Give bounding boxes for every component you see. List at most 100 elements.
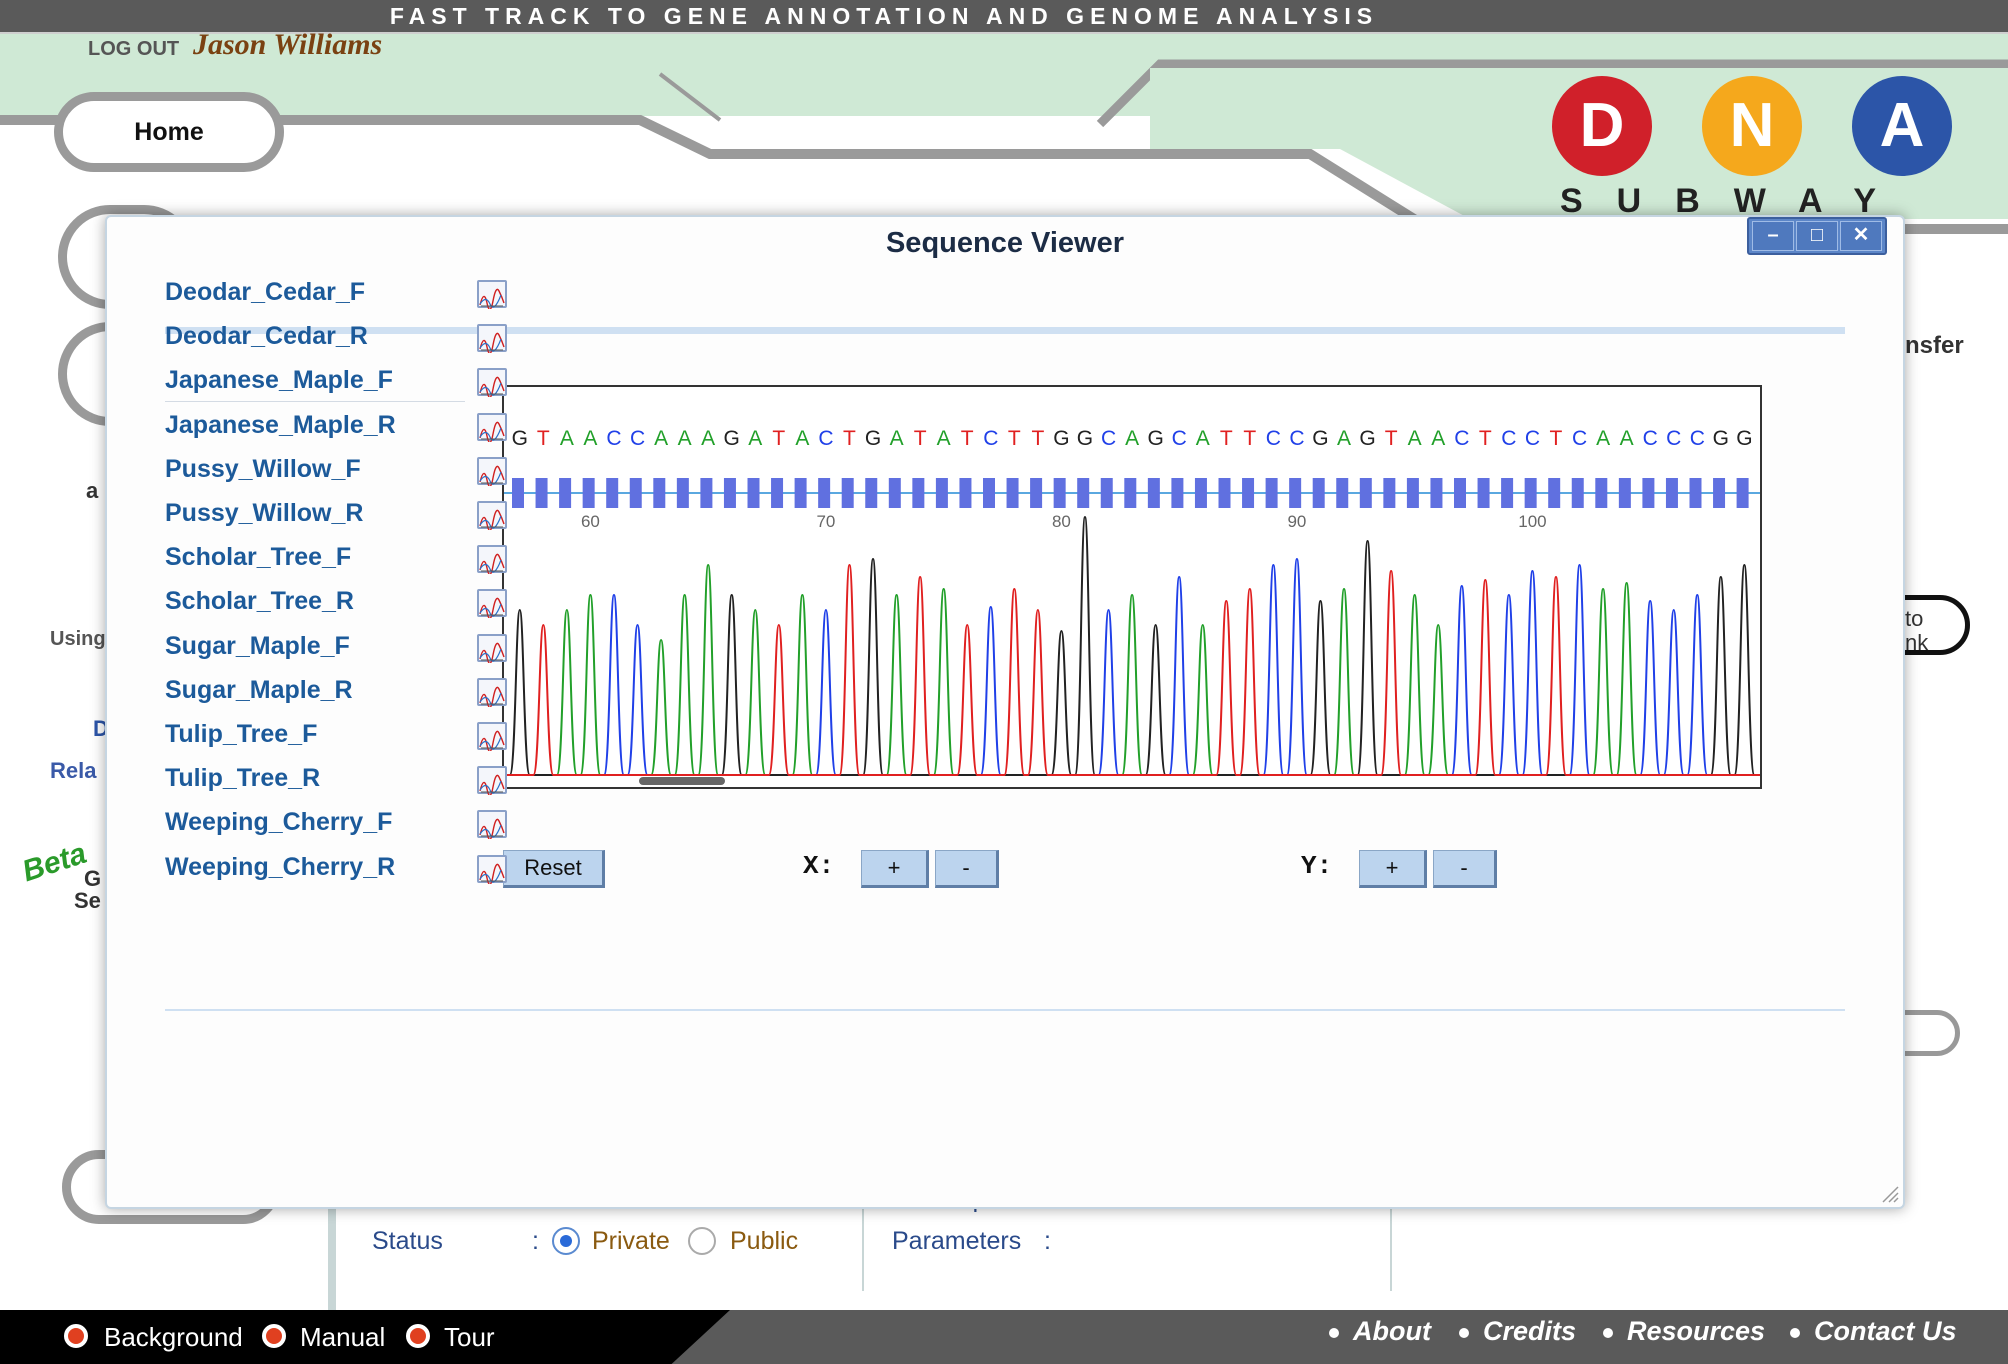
footer-link-background[interactable]: Background: [104, 1322, 243, 1353]
base-call-label: T: [1479, 427, 1492, 450]
base-call-label: G: [1147, 427, 1163, 450]
y-zoom-out-button[interactable]: -: [1433, 850, 1497, 888]
sequence-name[interactable]: Japanese_Maple_F: [165, 366, 393, 394]
sequence-name[interactable]: Deodar_Cedar_R: [165, 322, 368, 350]
sequence-list-item[interactable]: Weeping_Cherry_F: [165, 803, 507, 843]
sequence-list-item[interactable]: Tulip_Tree_F: [165, 715, 507, 755]
sequence-list-item[interactable]: Japanese_Maple_R: [165, 406, 507, 446]
sequence-name[interactable]: Japanese_Maple_R: [165, 411, 396, 439]
quality-bar: [512, 478, 524, 508]
chromatogram-icon[interactable]: [477, 456, 507, 487]
quality-bar: [1336, 478, 1349, 508]
sequence-name[interactable]: Sugar_Maple_R: [165, 676, 353, 704]
quality-bar: [1242, 478, 1255, 508]
position-tick-label: 80: [1052, 512, 1071, 531]
chromatogram-icon[interactable]: [477, 280, 507, 311]
parameters-label: Parameters: [892, 1227, 1022, 1255]
base-call-label: T: [1031, 427, 1044, 450]
sequence-list-item[interactable]: Sugar_Maple_R: [165, 671, 507, 711]
sequence-name[interactable]: Deodar_Cedar_F: [165, 278, 365, 306]
footer-link-manual[interactable]: Manual: [300, 1322, 385, 1353]
sequence-list-item[interactable]: Deodar_Cedar_R: [165, 317, 507, 357]
username: Jason Williams: [193, 28, 383, 61]
sequence-name[interactable]: Sugar_Maple_F: [165, 632, 350, 660]
chromatogram-icon[interactable]: [477, 854, 507, 885]
logout-link[interactable]: LOG OUT: [88, 38, 179, 61]
sequence-list-item[interactable]: Deodar_Cedar_F: [165, 273, 507, 313]
base-call-label: T: [914, 427, 927, 450]
base-call-label: A: [1431, 427, 1445, 450]
y-zoom-in-button[interactable]: +: [1359, 850, 1427, 888]
sequence-list-item[interactable]: Tulip_Tree_R: [165, 759, 507, 799]
home-button[interactable]: Home: [54, 92, 284, 172]
sequence-list-item[interactable]: Scholar_Tree_F: [165, 538, 507, 578]
footer-bullet: [1603, 1328, 1613, 1338]
footer-link-contact-us[interactable]: Contact Us: [1814, 1316, 1957, 1347]
base-call-label: A: [560, 427, 574, 450]
quality-bar: [676, 478, 689, 508]
sequence-list-item[interactable]: Weeping_Cherry_R: [165, 848, 507, 888]
base-call-label: C: [1172, 427, 1187, 450]
reset-button[interactable]: Reset: [503, 850, 605, 888]
position-tick-label: 100: [1518, 512, 1546, 531]
quality-bar: [1312, 478, 1325, 508]
logo-n: N: [1702, 76, 1802, 176]
sequence-list-item[interactable]: Sugar_Maple_F: [165, 627, 507, 667]
maximize-icon[interactable]: □: [1796, 221, 1838, 251]
chromatogram-icon[interactable]: [477, 810, 507, 841]
quality-bar: [935, 478, 948, 508]
quality-bar: [1124, 478, 1137, 508]
chromatogram-viewer[interactable]: GTAACCAAAGATACTGATATCTTGGCAGCATTCCGAGTAA…: [502, 385, 1762, 789]
sequence-name[interactable]: Pussy_Willow_F: [165, 455, 361, 483]
panel-divider-2: [1390, 1195, 1392, 1291]
chromatogram-icon[interactable]: [477, 368, 507, 399]
sequence-list-item[interactable]: Pussy_Willow_R: [165, 494, 507, 534]
base-call-label: C: [1289, 427, 1304, 450]
sequence-name[interactable]: Weeping_Cherry_F: [165, 808, 392, 836]
sequence-list-item[interactable]: Scholar_Tree_R: [165, 582, 507, 622]
base-call-label: C: [818, 427, 833, 450]
sequence-name[interactable]: Weeping_Cherry_R: [165, 853, 395, 881]
sequence-list-item[interactable]: Pussy_Willow_F: [165, 450, 507, 490]
logo-a: A: [1852, 76, 1952, 176]
quality-bar: [888, 478, 901, 508]
sequence-name[interactable]: Pussy_Willow_R: [165, 499, 363, 527]
chromatogram-icon[interactable]: [477, 324, 507, 355]
chromatogram-icon[interactable]: [477, 501, 507, 532]
chromatogram-icon[interactable]: [477, 722, 507, 753]
chromatogram-icon[interactable]: [477, 677, 507, 708]
chromatogram-icon[interactable]: [477, 633, 507, 664]
base-call-label: C: [1690, 427, 1705, 450]
quality-bar: [1171, 478, 1184, 508]
base-call-label: A: [654, 427, 668, 450]
quality-bar: [912, 478, 925, 508]
status-public-radio[interactable]: [688, 1227, 716, 1255]
quality-bar: [582, 478, 595, 508]
x-zoom-in-button[interactable]: +: [861, 850, 929, 888]
footer-link-about[interactable]: About: [1353, 1316, 1431, 1347]
chromatogram-icon[interactable]: [477, 589, 507, 620]
status-private-radio[interactable]: [552, 1227, 580, 1255]
bg-text-rela: Rela: [50, 758, 97, 783]
panel-divider: [862, 1195, 864, 1291]
close-icon[interactable]: ✕: [1840, 221, 1882, 251]
minimize-icon[interactable]: –: [1752, 221, 1794, 251]
sequence-name[interactable]: Scholar_Tree_R: [165, 587, 354, 615]
quality-bar: [700, 478, 713, 508]
sequence-name[interactable]: Scholar_Tree_F: [165, 543, 351, 571]
quality-bar: [1218, 478, 1231, 508]
footer-link-tour[interactable]: Tour: [444, 1322, 495, 1353]
footer-link-resources[interactable]: Resources: [1627, 1316, 1765, 1347]
x-zoom-out-button[interactable]: -: [935, 850, 999, 888]
sequence-list-item[interactable]: Japanese_Maple_F: [165, 361, 507, 403]
base-call-label: T: [1550, 427, 1563, 450]
resize-grip-icon[interactable]: [1879, 1183, 1899, 1203]
chromatogram-icon[interactable]: [477, 766, 507, 797]
chromatogram-icon[interactable]: [477, 412, 507, 443]
base-call-label: C: [1454, 427, 1469, 450]
sequence-name[interactable]: Tulip_Tree_R: [165, 764, 320, 792]
footer-link-credits[interactable]: Credits: [1483, 1316, 1576, 1347]
chromatogram-icon[interactable]: [477, 545, 507, 576]
quality-bar: [1265, 478, 1278, 508]
sequence-name[interactable]: Tulip_Tree_F: [165, 720, 317, 748]
